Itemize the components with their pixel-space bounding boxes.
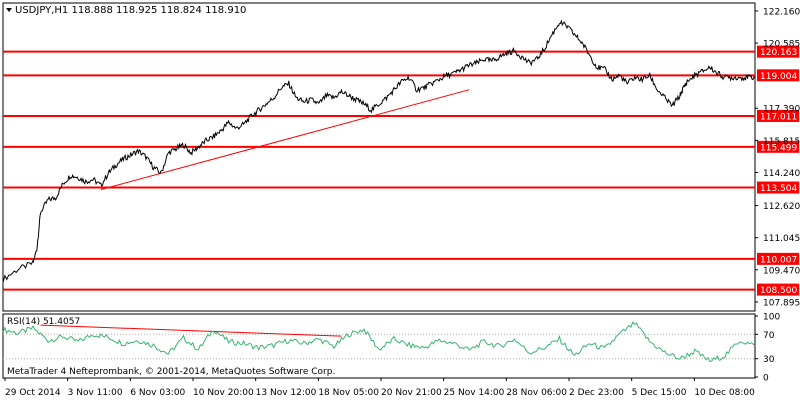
price-tick-label: 117.390 — [763, 105, 800, 115]
rsi-header: RSI(14) 51.4057 — [7, 317, 80, 327]
chart-canvas: 120.163119.004117.011115.499113.504110.0… — [0, 0, 800, 400]
price-tick-label: 107.895 — [763, 298, 800, 308]
level-label: 108.500 — [760, 286, 797, 296]
rsi-tick-label: 70 — [763, 331, 775, 341]
time-tick-label: 18 Nov 05:00 — [318, 388, 379, 398]
time-tick-label: 20 Nov 21:00 — [381, 388, 442, 398]
chart-window: 120.163 119.004 117.011 115.499 113.504 110.0… — [0, 0, 800, 400]
copyright-text: MetaTrader 4 Nefteprombank, © 2001-2014,… — [7, 367, 335, 377]
price-tick-label: 109.470 — [763, 266, 800, 276]
time-tick-label: 28 Nov 06:00 — [506, 388, 567, 398]
rsi-tick-label: 0 — [763, 374, 769, 384]
time-tick-label: 10 Dec 08:00 — [694, 388, 755, 398]
level-label: 120.163 — [760, 48, 797, 58]
price-tick-label: 120.585 — [763, 40, 800, 50]
time-tick-label: 5 Dec 15:00 — [632, 388, 687, 398]
price-tick-label: 122.160 — [763, 7, 800, 17]
time-tick-label: 6 Nov 03:00 — [130, 388, 185, 398]
price-header: USDJPY,H1 118.888 118.925 118.824 118.91… — [15, 5, 246, 16]
time-tick-label: 3 Nov 11:00 — [68, 388, 123, 398]
price-tick-label: 112.620 — [763, 202, 800, 212]
price-tick-label: 114.240 — [763, 169, 800, 179]
time-tick-label: 10 Nov 20:00 — [193, 388, 254, 398]
time-tick-label: 25 Nov 14:00 — [444, 388, 505, 398]
level-label: 119.004 — [760, 72, 797, 82]
level-label: 110.007 — [760, 255, 797, 265]
rsi-tick-label: 30 — [763, 355, 775, 365]
price-tick-label: 115.815 — [763, 137, 800, 147]
price-tick-label: 111.045 — [763, 234, 800, 244]
rsi-tick-label: 100 — [763, 313, 780, 323]
time-tick-label: 29 Oct 2014 — [5, 388, 61, 398]
time-tick-label: 13 Nov 12:00 — [256, 388, 317, 398]
time-tick-label: 2 Dec 23:00 — [569, 388, 624, 398]
level-label: 113.504 — [760, 184, 797, 194]
